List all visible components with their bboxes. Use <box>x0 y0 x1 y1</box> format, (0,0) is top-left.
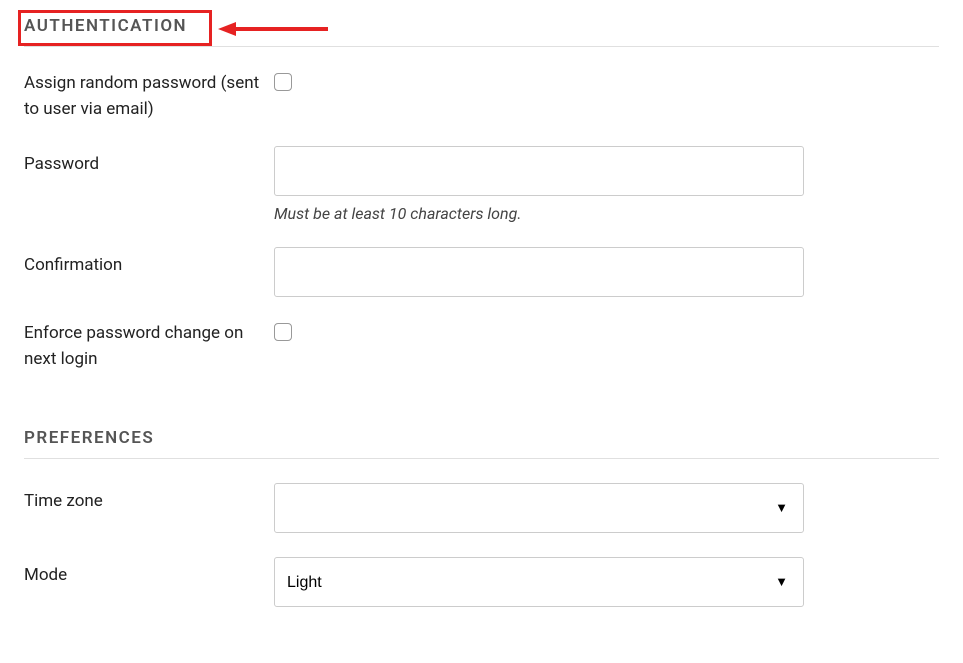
select-mode[interactable]: Light <box>274 557 804 607</box>
input-confirmation[interactable] <box>274 247 804 297</box>
row-confirmation: Confirmation <box>24 247 939 297</box>
section-header-authentication: AUTHENTICATION <box>24 0 939 47</box>
label-password: Password <box>24 146 274 178</box>
input-password[interactable] <box>274 146 804 196</box>
row-password: Password Must be at least 10 characters … <box>24 146 939 223</box>
label-confirmation: Confirmation <box>24 247 274 279</box>
label-timezone: Time zone <box>24 483 274 515</box>
checkbox-enforce-password-change[interactable] <box>274 323 292 341</box>
section-header-preferences: PREFERENCES <box>24 412 939 459</box>
checkbox-assign-random-password[interactable] <box>274 73 292 91</box>
row-assign-random-password: Assign random password (sent to user via… <box>24 71 939 122</box>
label-enforce-password-change: Enforce password change on next login <box>24 321 274 372</box>
row-enforce-password-change: Enforce password change on next login <box>24 321 939 372</box>
help-text-password: Must be at least 10 characters long. <box>274 204 804 223</box>
label-assign-random-password: Assign random password (sent to user via… <box>24 71 274 122</box>
row-timezone: Time zone ▼ <box>24 483 939 533</box>
row-mode: Mode Light ▼ <box>24 557 939 607</box>
select-timezone[interactable] <box>274 483 804 533</box>
label-mode: Mode <box>24 557 274 589</box>
